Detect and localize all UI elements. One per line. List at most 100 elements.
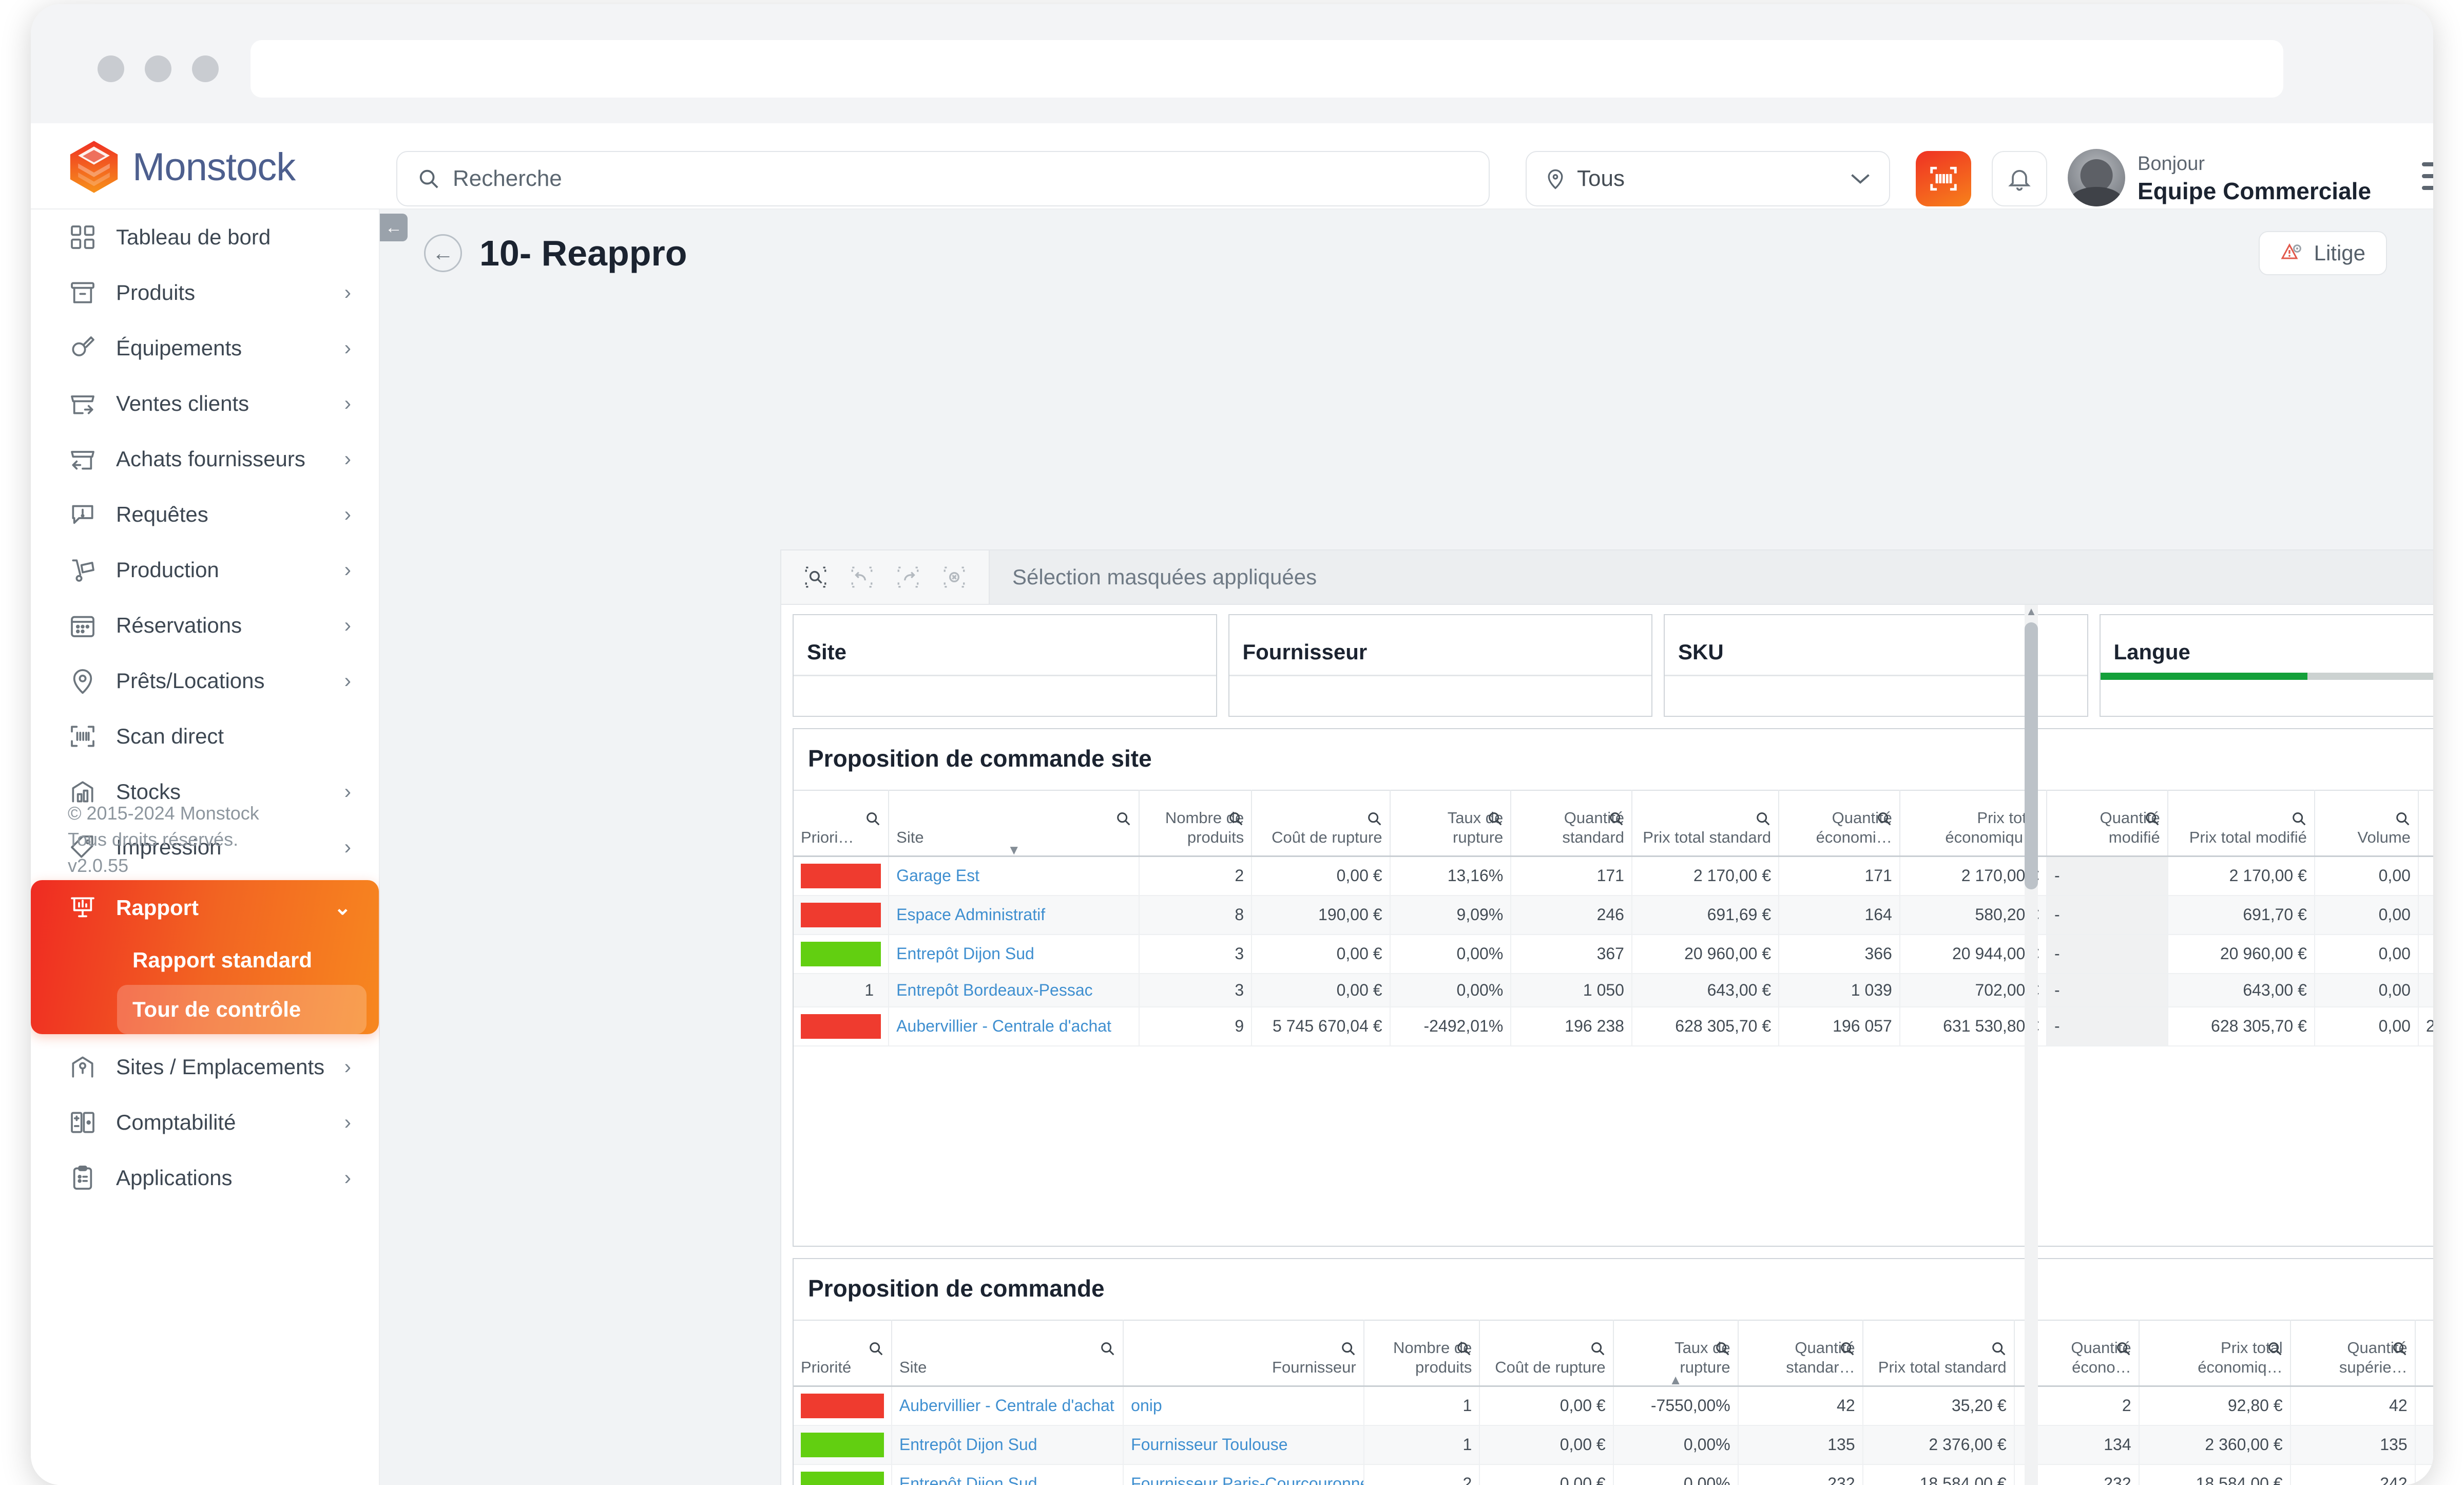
sidebar-item-7[interactable]: Réservations › xyxy=(31,598,379,653)
scroll-up-arrow-icon[interactable]: ▲ xyxy=(2025,605,2038,618)
column-search-icon[interactable] xyxy=(1366,810,1383,828)
column-search-icon[interactable] xyxy=(1876,810,1893,828)
site-scope-select[interactable]: Tous xyxy=(1526,151,1890,206)
column-header-6[interactable]: Quantité standar… xyxy=(1738,1320,1863,1387)
cell-fournisseur[interactable]: onip xyxy=(1123,1386,1364,1426)
cell-site[interactable]: Aubervillier - Centrale d'achat xyxy=(889,1006,1140,1046)
cell-site[interactable]: Entrepôt Dijon Sud xyxy=(891,1425,1124,1465)
back-button[interactable]: ← xyxy=(424,234,462,272)
zoom-selection-icon[interactable] xyxy=(802,563,830,591)
column-search-icon[interactable] xyxy=(868,1340,885,1358)
column-header-3[interactable]: Nombre de produits xyxy=(1363,1320,1480,1387)
column-header-1[interactable]: Site ▼ xyxy=(889,790,1140,857)
sidebar-item-6[interactable]: Production › xyxy=(31,542,379,598)
cell-site[interactable]: Garage Est xyxy=(889,856,1140,896)
column-header-10[interactable]: Prix total modifié xyxy=(2167,790,2315,857)
column-search-icon[interactable] xyxy=(864,810,882,828)
column-search-icon[interactable] xyxy=(2394,810,2412,828)
column-header-4[interactable]: Coût de rupture xyxy=(1479,1320,1614,1387)
column-header-1[interactable]: Site xyxy=(891,1320,1124,1387)
sidebar-item-after-2[interactable]: Applications › xyxy=(31,1150,379,1206)
column-header-11[interactable]: Prix to… supér… xyxy=(2415,1320,2433,1387)
window-close-dot[interactable] xyxy=(98,55,124,82)
table-row[interactable]: Entrepôt Dijon Sud 3 0,00 €0,00% 367 20 960,… xyxy=(794,934,2433,974)
column-search-icon[interactable] xyxy=(1589,1340,1607,1358)
column-header-4[interactable]: Taux de rupture xyxy=(1390,790,1512,857)
sidebar-subitem-0[interactable]: Rapport standard xyxy=(31,936,379,985)
column-search-icon[interactable] xyxy=(1115,810,1132,828)
clear-selection-icon[interactable] xyxy=(940,563,968,591)
column-header-6[interactable]: Prix total standard xyxy=(1631,790,1780,857)
column-header-9[interactable]: Prix total économiq… xyxy=(2139,1320,2291,1387)
sidebar-item-5[interactable]: Requêtes › xyxy=(31,487,379,542)
sidebar-item-9[interactable]: Scan direct xyxy=(31,709,379,764)
filter-card-site[interactable]: Site xyxy=(793,614,1217,717)
cell-site[interactable]: Aubervillier - Centrale d'achat xyxy=(891,1386,1124,1426)
column-search-icon[interactable] xyxy=(2290,810,2308,828)
column-header-0[interactable]: Priorité xyxy=(794,1320,892,1387)
column-search-icon[interactable] xyxy=(2144,810,2161,828)
barcode-scan-button[interactable] xyxy=(1916,151,1971,206)
column-search-icon[interactable] xyxy=(2115,1340,2132,1358)
sidebar-item-1[interactable]: Produits › xyxy=(31,265,379,320)
scrollbar-thumb[interactable] xyxy=(2025,622,2038,889)
column-search-icon[interactable] xyxy=(1340,1340,1357,1358)
table-row[interactable]: Aubervillier - Centrale d'achat 9 5 745 67… xyxy=(794,1006,2433,1046)
column-header-11[interactable]: Volume xyxy=(2314,790,2419,857)
filter-card-fournisseur[interactable]: Fournisseur xyxy=(1228,614,1652,717)
sidebar-item-after-1[interactable]: Comptabilité › xyxy=(31,1095,379,1150)
sidebar-item-8[interactable]: Prêts/Locations › xyxy=(31,653,379,709)
column-header-9[interactable]: Quantité modifié xyxy=(2047,790,2168,857)
column-header-7[interactable]: Quantité économi… xyxy=(1779,790,1900,857)
table-row[interactable]: 1 Entrepôt Bordeaux-Pessac 3 0,00 €0,00% 1 0… xyxy=(794,973,2433,1007)
brand-logo[interactable]: Monstock xyxy=(66,139,296,195)
notifications-button[interactable] xyxy=(1992,151,2047,206)
column-header-12[interactable]: Poids xyxy=(2418,790,2433,857)
cell-site[interactable]: Entrepôt Bordeaux-Pessac xyxy=(889,973,1140,1007)
browser-url-bar[interactable] xyxy=(251,40,2283,98)
column-search-icon[interactable] xyxy=(1608,810,1625,828)
search-input[interactable]: Recherche xyxy=(396,151,1490,206)
column-header-3[interactable]: Coût de rupture xyxy=(1252,790,1391,857)
table-row[interactable]: Entrepôt Dijon Sud Fournisseur Paris-Cour… xyxy=(794,1464,2433,1485)
cell-site[interactable]: Entrepôt Dijon Sud xyxy=(891,1464,1124,1485)
column-search-icon[interactable] xyxy=(1455,1340,1473,1358)
litige-button[interactable]: Litige xyxy=(2258,231,2387,275)
table-row[interactable]: Entrepôt Dijon Sud Fournisseur Toulouse 1 0… xyxy=(794,1425,2433,1465)
hamburger-menu-icon[interactable] xyxy=(2422,162,2433,190)
column-search-icon[interactable] xyxy=(1099,1340,1116,1358)
sidebar-item-rapport[interactable]: Rapport ⌄ xyxy=(31,880,379,936)
column-header-0[interactable]: Priori… xyxy=(794,790,890,857)
user-greeting[interactable]: Bonjour Equipe Commerciale xyxy=(2138,152,2371,206)
column-header-10[interactable]: Quantité supérie… xyxy=(2290,1320,2416,1387)
column-search-icon[interactable] xyxy=(1755,810,1772,828)
column-search-icon[interactable] xyxy=(2391,1340,2409,1358)
cell-fournisseur[interactable]: Fournisseur Toulouse xyxy=(1123,1425,1364,1465)
window-minimize-dot[interactable] xyxy=(145,55,171,82)
report-vertical-scrollbar[interactable]: ▲ ▼ xyxy=(2025,605,2038,1485)
column-header-2[interactable]: Fournisseur xyxy=(1123,1320,1364,1387)
cell-site[interactable]: Espace Administratif xyxy=(889,895,1140,935)
table-row[interactable]: Espace Administratif 8 190,00 €9,09% 246 691… xyxy=(794,895,2433,935)
column-search-icon[interactable] xyxy=(1990,1340,2008,1358)
column-search-icon[interactable] xyxy=(1839,1340,1856,1358)
redo-selection-icon[interactable] xyxy=(894,563,922,591)
cell-fournisseur[interactable]: Fournisseur Paris-Courcouronnes xyxy=(1123,1464,1364,1485)
undo-selection-icon[interactable] xyxy=(848,563,876,591)
sidebar-subitem-1[interactable]: Tour de contrôle xyxy=(117,985,367,1034)
sidebar-item-0[interactable]: Tableau de bord xyxy=(31,210,379,265)
cell-site[interactable]: Entrepôt Dijon Sud xyxy=(889,934,1140,974)
sidebar-item-3[interactable]: Ventes clients › xyxy=(31,376,379,431)
column-header-7[interactable]: Prix total standard xyxy=(1862,1320,2015,1387)
column-search-icon[interactable] xyxy=(1227,810,1245,828)
column-search-icon[interactable] xyxy=(1487,810,1504,828)
sidebar-item-after-0[interactable]: Sites / Emplacements › xyxy=(31,1039,379,1095)
column-search-icon[interactable] xyxy=(2266,1340,2284,1358)
filter-card-langue[interactable]: Langue xyxy=(2099,614,2433,717)
table-row[interactable]: Aubervillier - Centrale d'achat onip 1 0,00… xyxy=(794,1386,2433,1426)
sidebar-item-4[interactable]: Achats fournisseurs › xyxy=(31,431,379,487)
column-header-2[interactable]: Nombre de produits xyxy=(1139,790,1253,857)
column-header-5[interactable]: Taux de rupture ▲ xyxy=(1613,1320,1739,1387)
column-header-5[interactable]: Quantité standard xyxy=(1511,790,1632,857)
sidebar-item-2[interactable]: Équipements › xyxy=(31,320,379,376)
